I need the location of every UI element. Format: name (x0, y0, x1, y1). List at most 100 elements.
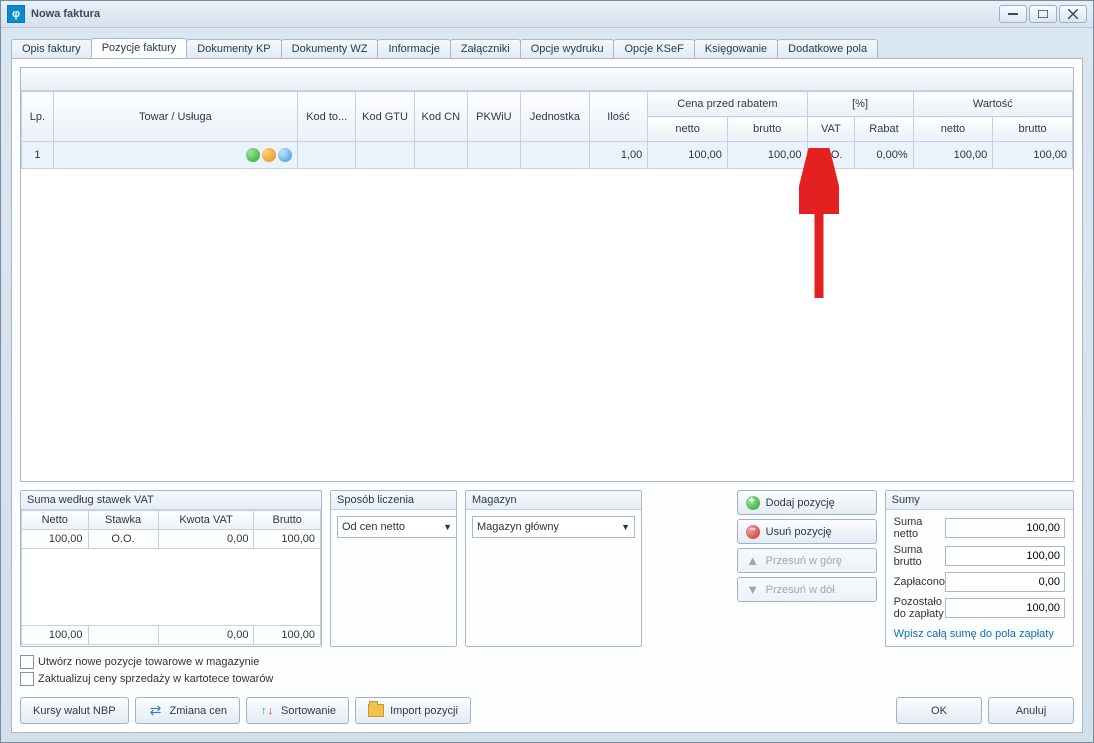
tab-opcje-ksef[interactable]: Opcje KSeF (613, 39, 694, 58)
checkbox-create-products[interactable]: Utwórz nowe pozycje towarowe w magazynie (20, 655, 1074, 669)
col-wnetto[interactable]: netto (913, 117, 993, 142)
cell-kodgtu[interactable] (356, 142, 414, 169)
cell-wbrutto[interactable]: 100,00 (993, 142, 1073, 169)
colgroup-cena-przed-rabatem: Cena przed rabatem (648, 92, 807, 117)
delete-row-button[interactable]: Usuń pozycję (737, 519, 877, 544)
tab-zalaczniki[interactable]: Załączniki (450, 39, 521, 58)
table-row[interactable]: 1 (22, 142, 1073, 169)
checkbox-update-prices[interactable]: Zaktualizuj ceny sprzedaży w kartotece t… (20, 672, 1074, 686)
magazyn-panel: Magazyn Magazyn główny ▼ (465, 490, 642, 647)
col-kodcn[interactable]: Kod CN (414, 92, 467, 142)
cell-kodto[interactable] (298, 142, 356, 169)
cell-towar[interactable] (53, 142, 297, 169)
sums-title: Sumy (886, 491, 1073, 510)
zmiana-cen-button[interactable]: ⇄ Zmiana cen (135, 697, 240, 724)
dialog-footer: Kursy walut NBP ⇄ Zmiana cen ↑↓ Sortowan… (20, 697, 1074, 724)
magazyn-select[interactable]: Magazyn główny ▼ (472, 516, 635, 538)
cell-kodcn[interactable] (414, 142, 467, 169)
cell-pkwiu[interactable] (467, 142, 520, 169)
move-down-button[interactable]: ▼ Przesuń w dół (737, 577, 877, 602)
tab-dodatkowe-pola[interactable]: Dodatkowe pola (777, 39, 878, 58)
col-jednostka[interactable]: Jednostka (520, 92, 589, 142)
cell-jednostka[interactable] (520, 142, 589, 169)
chevron-down-icon: ▼ (443, 522, 452, 532)
vat-col-kwota: Kwota VAT (158, 511, 254, 530)
product-green-icon[interactable] (246, 148, 260, 162)
tab-ksiegowanie[interactable]: Księgowanie (694, 39, 778, 58)
tab-opcje-wydruku[interactable]: Opcje wydruku (520, 39, 615, 58)
cell-netto[interactable]: 100,00 (648, 142, 728, 169)
items-grid[interactable]: Lp. Towar / Usługa Kod to... Kod GTU Kod… (20, 67, 1074, 482)
vat-col-stawka: Stawka (88, 511, 158, 530)
vat-row: 100,00 O.O. 0,00 100,00 (22, 530, 321, 549)
arrow-down-icon: ▼ (746, 583, 760, 597)
tab-dokumenty-wz[interactable]: Dokumenty WZ (281, 39, 379, 58)
col-wbrutto[interactable]: brutto (993, 117, 1073, 142)
col-rabat[interactable]: Rabat (855, 117, 913, 142)
colgroup-procent: [%] (807, 92, 913, 117)
tab-strip: Opis faktury Pozycje faktury Dokumenty K… (11, 36, 1083, 59)
vat-col-netto: Netto (22, 511, 89, 530)
col-kodgtu[interactable]: Kod GTU (356, 92, 414, 142)
sums-panel: Sumy Suma netto Suma brutto Zapłacono (885, 490, 1074, 647)
sum-paid-label: Zapłacono (894, 576, 945, 588)
sum-netto-label: Suma netto (894, 516, 945, 540)
chevron-down-icon: ▼ (621, 522, 630, 532)
cell-vat[interactable]: O.O. (807, 142, 855, 169)
bottom-panels: Suma według stawek VAT Netto Stawka Kwot… (20, 490, 1074, 647)
import-pozycji-button[interactable]: Import pozycji (355, 697, 471, 724)
cell-brutto[interactable]: 100,00 (727, 142, 807, 169)
cell-ilosc[interactable]: 1,00 (589, 142, 647, 169)
options-checkboxes: Utwórz nowe pozycje towarowe w magazynie… (20, 655, 1074, 689)
grid-toolbar (21, 68, 1073, 91)
tab-pozycje-faktury[interactable]: Pozycje faktury (91, 38, 188, 58)
col-lp[interactable]: Lp. (22, 92, 54, 142)
vat-summary-table: Netto Stawka Kwota VAT Brutto 100,00 O.O… (21, 510, 321, 645)
minimize-button[interactable] (999, 5, 1027, 23)
sum-brutto-value (945, 546, 1065, 566)
col-vat[interactable]: VAT (807, 117, 855, 142)
col-netto[interactable]: netto (648, 117, 728, 142)
col-towar[interactable]: Towar / Usługa (53, 92, 297, 142)
checkbox-icon (20, 655, 34, 669)
fill-paid-link[interactable]: Wpisz całą sumę do pola zapłaty (894, 628, 1054, 640)
search-product-icon[interactable] (278, 148, 292, 162)
app-icon: φ (7, 5, 25, 23)
cell-wnetto[interactable]: 100,00 (913, 142, 993, 169)
tab-page-pozycje: Lp. Towar / Usługa Kod to... Kod GTU Kod… (11, 59, 1083, 733)
app-window: φ Nowa faktura Opis faktury Pozycje fakt… (0, 0, 1094, 743)
tab-opis-faktury[interactable]: Opis faktury (11, 39, 92, 58)
tab-dokumenty-kp[interactable]: Dokumenty KP (186, 39, 281, 58)
row-action-icons (246, 148, 292, 162)
maximize-button[interactable] (1029, 5, 1057, 23)
sortowanie-button[interactable]: ↑↓ Sortowanie (246, 697, 349, 724)
sort-icon: ↑↓ (259, 703, 275, 719)
window-title: Nowa faktura (31, 8, 997, 20)
sum-brutto-label: Suma brutto (894, 544, 945, 568)
col-kodto[interactable]: Kod to... (298, 92, 356, 142)
close-button[interactable] (1059, 5, 1087, 23)
items-table: Lp. Towar / Usługa Kod to... Kod GTU Kod… (21, 91, 1073, 169)
checkbox-icon (20, 672, 34, 686)
ok-button[interactable]: OK (896, 697, 982, 724)
col-ilosc[interactable]: Ilość (589, 92, 647, 142)
col-brutto[interactable]: brutto (727, 117, 807, 142)
swap-icon: ⇄ (148, 703, 164, 719)
cell-rabat[interactable]: 0,00% (855, 142, 913, 169)
cancel-button[interactable]: Anuluj (988, 697, 1074, 724)
sum-left-value (945, 598, 1065, 618)
product-orange-icon[interactable] (262, 148, 276, 162)
sposob-liczenia-panel: Sposób liczenia Od cen netto ▼ (330, 490, 457, 647)
cell-lp[interactable]: 1 (22, 142, 54, 169)
row-actions: Dodaj pozycję Usuń pozycję ▲ Przesuń w g… (737, 490, 877, 647)
add-row-button[interactable]: Dodaj pozycję (737, 490, 877, 515)
col-pkwiu[interactable]: PKWiU (467, 92, 520, 142)
vat-totals-row: 100,00 0,00 100,00 (22, 626, 321, 645)
sum-paid-value[interactable] (945, 572, 1065, 592)
tab-informacje[interactable]: Informacje (377, 39, 450, 58)
sposob-liczenia-title: Sposób liczenia (331, 491, 456, 510)
move-up-button[interactable]: ▲ Przesuń w górę (737, 548, 877, 573)
sposob-liczenia-select[interactable]: Od cen netto ▼ (337, 516, 457, 538)
kursy-walut-button[interactable]: Kursy walut NBP (20, 697, 129, 724)
magazyn-title: Magazyn (466, 491, 641, 510)
